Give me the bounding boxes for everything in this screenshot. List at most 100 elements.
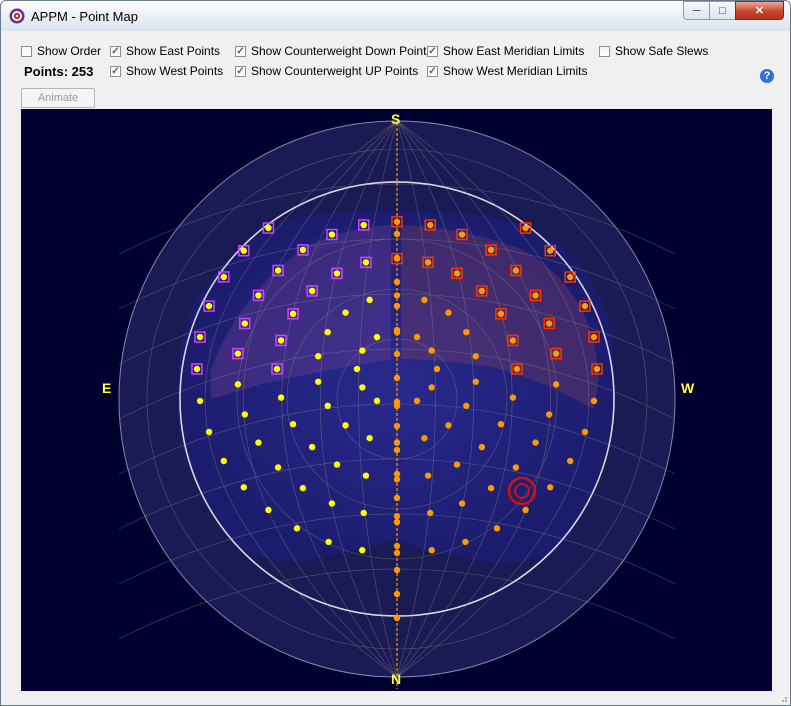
show-cw-up-checkbox[interactable]: ✓ Show Counterweight UP Points: [235, 63, 418, 79]
sky-point[interactable]: [359, 547, 366, 554]
sky-point[interactable]: [324, 329, 331, 336]
sky-point[interactable]: [362, 472, 370, 479]
sky-point[interactable]: [393, 446, 401, 454]
sky-point[interactable]: [196, 397, 204, 405]
sky-point[interactable]: [427, 221, 434, 229]
sky-point[interactable]: [463, 329, 470, 336]
show-safe-slews-checkbox[interactable]: Show Safe Slews: [599, 43, 708, 59]
close-button[interactable]: ✕: [735, 1, 784, 20]
sky-point[interactable]: [241, 320, 249, 327]
sky-point[interactable]: [393, 542, 401, 550]
sky-point[interactable]: [393, 292, 401, 299]
sky-point[interactable]: [324, 402, 331, 409]
sky-point[interactable]: [567, 457, 574, 465]
show-west-points-checkbox[interactable]: ✓ Show West Points: [110, 63, 223, 79]
sky-point[interactable]: [522, 506, 529, 514]
checkbox-box[interactable]: ✓: [235, 65, 246, 77]
sky-point[interactable]: [315, 378, 322, 385]
sky-point[interactable]: [299, 484, 307, 492]
sky-point[interactable]: [362, 259, 370, 266]
sky-point[interactable]: [552, 381, 560, 388]
sky-point[interactable]: [220, 273, 227, 281]
sky-point[interactable]: [497, 310, 505, 317]
sky-point[interactable]: [255, 292, 262, 299]
show-west-limits-checkbox[interactable]: ✓ Show West Meridian Limits: [427, 63, 588, 79]
sky-point[interactable]: [393, 614, 401, 622]
sky-point[interactable]: [458, 500, 466, 507]
sky-point[interactable]: [453, 270, 461, 277]
sky-point[interactable]: [373, 397, 381, 405]
sky-point[interactable]: [353, 365, 361, 373]
sky-point[interactable]: [393, 590, 401, 598]
sky-point[interactable]: [277, 394, 285, 401]
sky-point[interactable]: [241, 411, 249, 418]
sky-point[interactable]: [265, 506, 272, 514]
sky-point[interactable]: [359, 347, 366, 354]
checkbox-box[interactable]: [21, 45, 32, 57]
sky-point[interactable]: [393, 439, 401, 446]
sky-point[interactable]: [393, 218, 401, 225]
animate-button[interactable]: Animate: [21, 88, 95, 108]
sky-point[interactable]: [427, 509, 434, 517]
sky-point[interactable]: [522, 224, 529, 232]
sky-point[interactable]: [255, 439, 262, 446]
sky-point[interactable]: [274, 267, 282, 274]
sky-point[interactable]: [478, 443, 486, 451]
sky-point[interactable]: [273, 365, 281, 373]
sky-point[interactable]: [509, 337, 517, 344]
show-cw-down-checkbox[interactable]: ✓ Show Counterweight Down Points: [235, 43, 432, 59]
sky-point[interactable]: [265, 224, 272, 232]
sky-point[interactable]: [428, 547, 435, 554]
sky-point[interactable]: [342, 422, 349, 429]
sky-point[interactable]: [593, 365, 601, 373]
maximize-button[interactable]: □: [709, 1, 736, 20]
sky-point[interactable]: [366, 296, 373, 304]
sky-point[interactable]: [512, 464, 520, 471]
sky-point[interactable]: [472, 378, 479, 385]
sky-point[interactable]: [393, 350, 401, 358]
sky-point[interactable]: [240, 484, 247, 491]
sky-point[interactable]: [509, 394, 517, 401]
sky-point[interactable]: [328, 500, 336, 507]
sky-point[interactable]: [393, 230, 401, 238]
sky-point[interactable]: [325, 538, 332, 546]
sky-point[interactable]: [360, 509, 367, 517]
sky-point[interactable]: [445, 422, 452, 429]
sky-point[interactable]: [487, 484, 495, 492]
sky-point[interactable]: [393, 326, 401, 334]
sky-point[interactable]: [393, 513, 401, 520]
sky-point[interactable]: [328, 231, 336, 238]
sky-point[interactable]: [333, 461, 341, 468]
sky-point[interactable]: [196, 333, 204, 341]
sky-point[interactable]: [373, 333, 381, 341]
sky-point[interactable]: [581, 302, 589, 310]
sky-point[interactable]: [393, 566, 401, 574]
sky-point[interactable]: [393, 494, 401, 502]
sky-point[interactable]: [240, 247, 247, 254]
sky-point[interactable]: [393, 398, 401, 406]
checkbox-box[interactable]: ✓: [110, 65, 121, 77]
sky-point[interactable]: [581, 428, 589, 436]
sky-point[interactable]: [393, 422, 401, 430]
sky-point[interactable]: [342, 309, 349, 316]
sky-point[interactable]: [315, 353, 322, 360]
sky-point[interactable]: [413, 333, 421, 341]
sky-point[interactable]: [308, 443, 316, 451]
sky-point[interactable]: [433, 365, 441, 373]
sky-point[interactable]: [424, 472, 432, 479]
checkbox-box[interactable]: ✓: [110, 45, 121, 57]
show-east-points-checkbox[interactable]: ✓ Show East Points: [110, 43, 220, 59]
sky-point[interactable]: [428, 384, 435, 391]
checkbox-box[interactable]: ✓: [235, 45, 246, 57]
sky-point[interactable]: [333, 270, 341, 277]
sky-point[interactable]: [289, 310, 297, 317]
sky-point[interactable]: [421, 296, 428, 304]
sky-point[interactable]: [393, 254, 401, 262]
sky-point[interactable]: [308, 287, 316, 295]
sky-point[interactable]: [289, 421, 297, 428]
sky-point[interactable]: [193, 365, 201, 373]
sky-point[interactable]: [453, 461, 461, 468]
sky-point[interactable]: [547, 484, 554, 491]
sky-point[interactable]: [220, 457, 227, 465]
sky-point[interactable]: [567, 273, 574, 281]
